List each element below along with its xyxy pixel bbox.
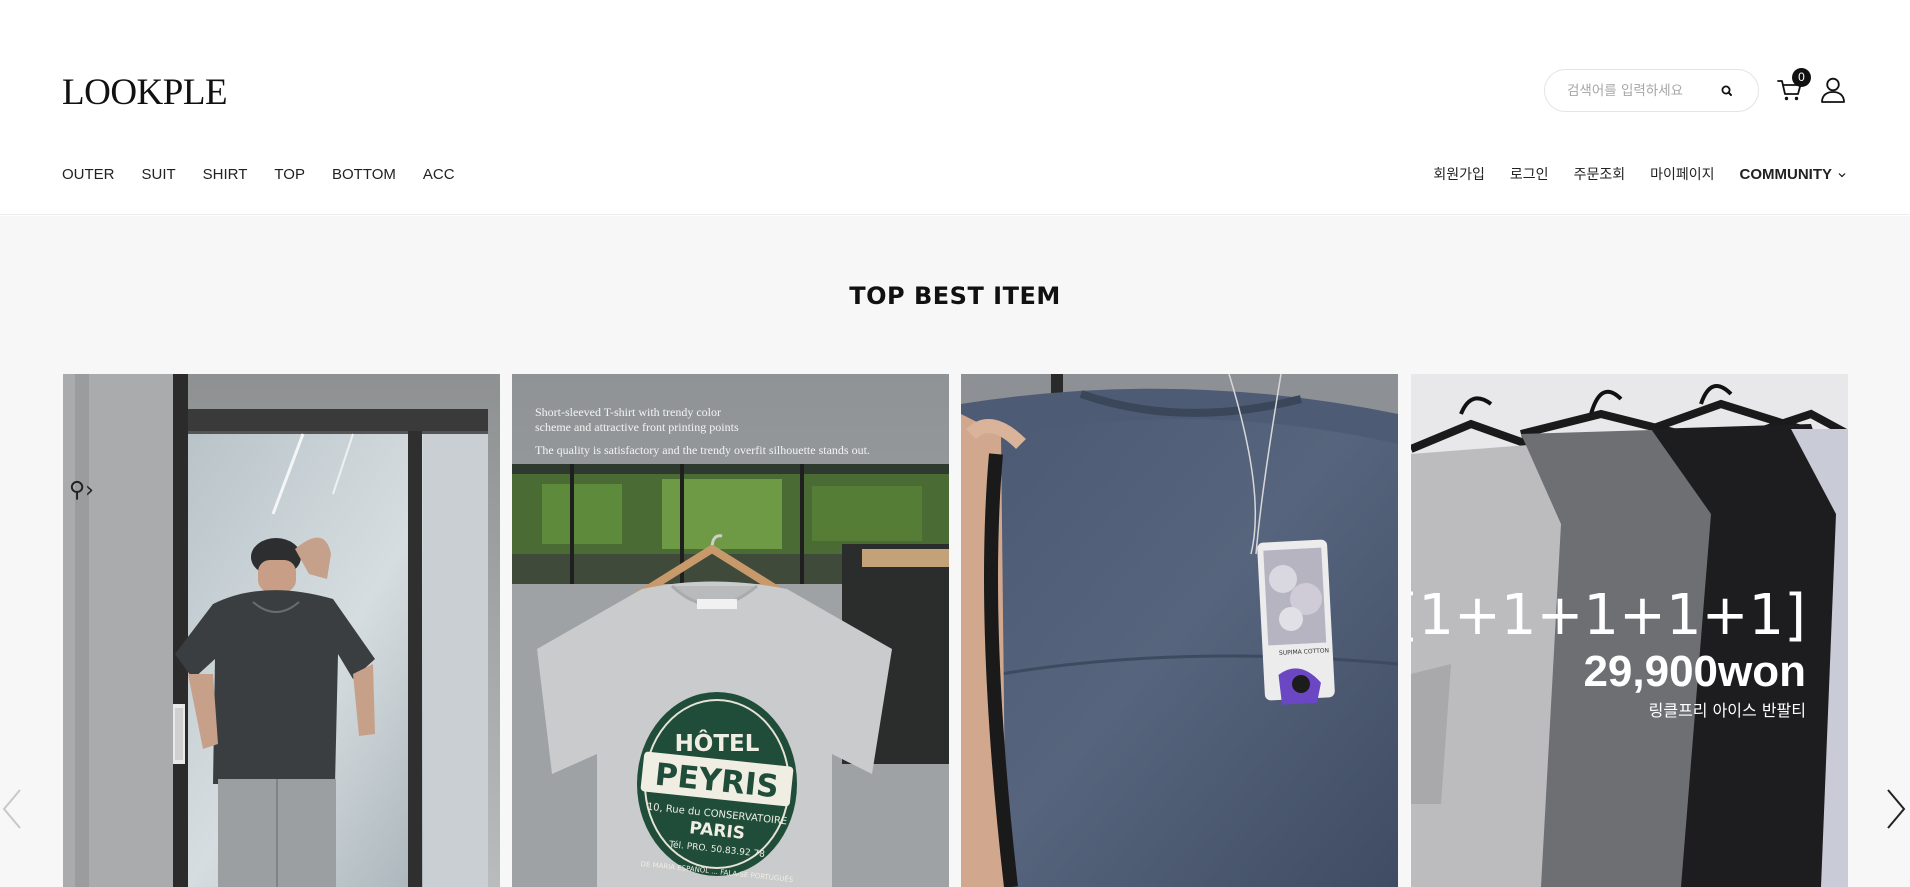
category-nav: OUTER SUIT SHIRT TOP BOTTOM ACC bbox=[62, 166, 482, 184]
promo-subtitle: 링클프리 아이스 반팔티 bbox=[1649, 701, 1806, 720]
promo-price: 29,900won bbox=[1583, 647, 1806, 696]
product-image-hotel-tee: Short-sleeved T-shirt with trendy color … bbox=[512, 374, 949, 887]
search-box[interactable] bbox=[1544, 69, 1759, 112]
nav-shirt[interactable]: SHIRT bbox=[203, 166, 248, 184]
product-image-navy-tee: SUPIMA COTTON bbox=[961, 374, 1398, 887]
section-title: TOP BEST ITEM bbox=[849, 282, 1061, 310]
product-image-model: ⚲› bbox=[63, 374, 500, 887]
slider-prev-arrow[interactable] bbox=[0, 786, 24, 832]
slider-next-arrow[interactable] bbox=[1884, 786, 1908, 832]
cart-count-badge: 0 bbox=[1792, 68, 1811, 87]
best-items-section: TOP BEST ITEM ⚲› Short-sleeved T-shirt w… bbox=[0, 216, 1910, 887]
utility-nav: 회원가입 로그인 주문조회 마이페이지 COMMUNITY bbox=[1408, 165, 1847, 185]
overlay-text-1: Short-sleeved T-shirt with trendy color bbox=[535, 405, 721, 419]
nav-suit[interactable]: SUIT bbox=[142, 166, 176, 184]
search-icon[interactable] bbox=[1718, 82, 1736, 100]
product-slider: ⚲› Short-sleeved T-shirt with trendy col… bbox=[63, 374, 1848, 887]
search-input[interactable] bbox=[1567, 81, 1717, 101]
join-link[interactable]: 회원가입 bbox=[1433, 165, 1485, 185]
site-header: LOOKPLE 0 OUTER SUIT SHIRT TOP BOTTOM AC… bbox=[0, 0, 1910, 215]
nav-acc[interactable]: ACC bbox=[423, 166, 455, 184]
community-menu[interactable]: COMMUNITY bbox=[1740, 165, 1848, 185]
nav-outer[interactable]: OUTER bbox=[62, 166, 115, 184]
nav-top[interactable]: TOP bbox=[274, 166, 305, 184]
login-link[interactable]: 로그인 bbox=[1510, 165, 1549, 185]
promo-title: [1+1+1+1+1] bbox=[1411, 583, 1806, 648]
user-icon[interactable] bbox=[1820, 76, 1846, 104]
product-image-tee-set: [1+1+1+1+1] 29,900won 링클프리 아이스 반팔티 bbox=[1411, 374, 1848, 887]
chevron-down-icon bbox=[1838, 173, 1846, 178]
svg-text:⚲›: ⚲› bbox=[69, 478, 94, 503]
product-card[interactable]: [1+1+1+1+1] 29,900won 링클프리 아이스 반팔티 bbox=[1411, 374, 1848, 887]
product-card[interactable]: ⚲› bbox=[63, 374, 500, 887]
site-logo[interactable]: LOOKPLE bbox=[62, 74, 228, 111]
product-card[interactable]: Short-sleeved T-shirt with trendy color … bbox=[512, 374, 949, 887]
print-hotel: HÔTEL bbox=[675, 729, 760, 757]
mypage-link[interactable]: 마이페이지 bbox=[1650, 165, 1714, 185]
community-label: COMMUNITY bbox=[1739, 166, 1833, 183]
nav-bottom[interactable]: BOTTOM bbox=[332, 166, 396, 184]
overlay-text-2: scheme and attractive front printing poi… bbox=[535, 420, 739, 434]
overlay-text-3: The quality is satisfactory and the tren… bbox=[535, 443, 870, 457]
order-lookup-link[interactable]: 주문조회 bbox=[1574, 165, 1626, 185]
product-card[interactable]: SUPIMA COTTON bbox=[961, 374, 1398, 887]
